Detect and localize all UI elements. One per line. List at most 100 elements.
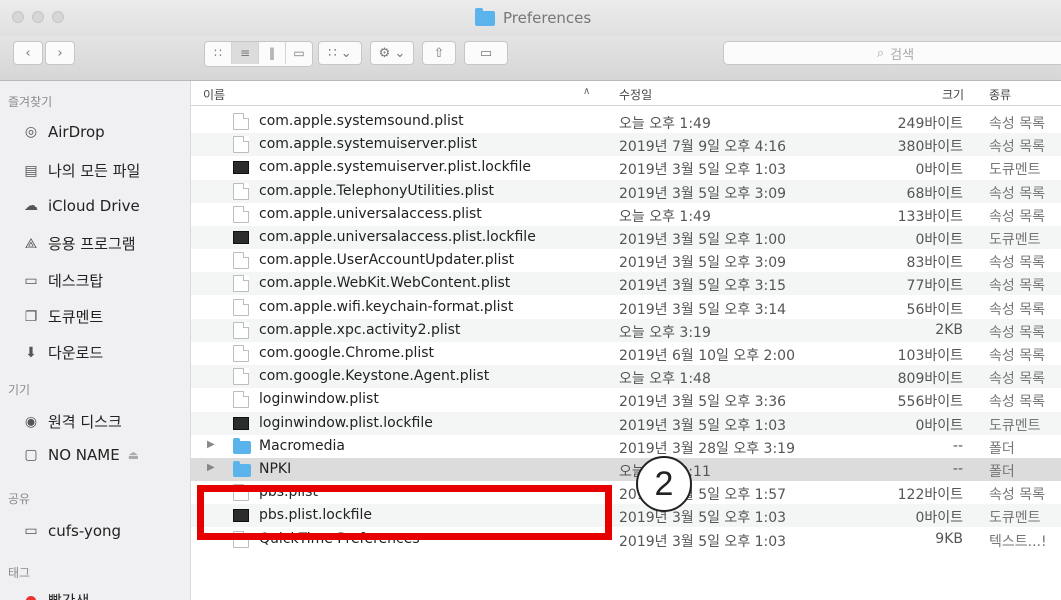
file-row[interactable]: com.apple.UserAccountUpdater.plist 2019년 … — [191, 249, 1061, 272]
file-name: loginwindow.plist.lockfile — [259, 414, 433, 431]
finder-window: Preferences ‹ › ∷ ≡ ‖ ▭ ∷ ⌄ ⚙ ⌄ ⇧ ▭ ⌕ 검색 — [0, 0, 1061, 600]
list-view-icon[interactable]: ≡ — [232, 42, 259, 64]
folder-icon — [233, 461, 251, 477]
file-row[interactable]: com.apple.TelephonyUtilities.plist 2019년 … — [191, 179, 1061, 203]
title-bar: Preferences — [0, 0, 1061, 36]
column-size-header[interactable]: 크기 — [942, 86, 964, 103]
file-row[interactable]: loginwindow.plist.lockfile 2019년 3월 5일 오후… — [191, 411, 1061, 435]
file-date: 2019년 3월 5일 오후 1:00 — [619, 232, 787, 248]
disclosure-triangle-icon[interactable]: ▶ — [207, 439, 215, 450]
sidebar-item-cufs-yong[interactable]: ▭ cufs-yong — [22, 522, 121, 540]
sidebar-item-label: 나의 모든 파일 — [48, 162, 141, 180]
lockfile-icon — [233, 416, 249, 430]
file-date: 오늘 오후 3:19 — [619, 324, 711, 341]
chevron-right-icon: › — [57, 45, 63, 61]
gallery-view-icon[interactable]: ▭ — [286, 42, 312, 64]
sidebar-item-label: 도큐멘트 — [48, 308, 104, 326]
sidebar-item-desktop[interactable]: ▭ 데스크탑 — [22, 270, 103, 291]
file-kind: 속성 목록 — [989, 301, 1045, 318]
sidebar-item-label: NO NAME — [48, 446, 120, 464]
forward-button[interactable]: › — [45, 41, 75, 65]
sidebar-item-all-files[interactable]: ▤ 나의 모든 파일 — [22, 160, 140, 181]
file-row[interactable]: com.apple.universalaccess.plist.lockfile… — [191, 226, 1061, 249]
file-date: 2019년 3월 5일 오후 1:03 — [619, 510, 787, 527]
sidebar-item-documents[interactable]: ❐ 도큐멘트 — [22, 306, 103, 327]
disclosure-triangle-icon[interactable]: ▶ — [207, 462, 215, 473]
icon-view-icon[interactable]: ∷ — [205, 42, 232, 64]
file-name: com.apple.systemuiserver.plist.lockfile — [259, 159, 531, 176]
document-icon — [233, 182, 249, 200]
file-row[interactable]: com.apple.xpc.activity2.plist 오늘 오후 3:19 2… — [191, 318, 1061, 342]
column-kind-header[interactable]: 종류 — [989, 86, 1011, 103]
file-name: com.apple.universalaccess.plist.lockfile — [259, 229, 536, 245]
sidebar-item-remote-disc[interactable]: ◉ 원격 디스크 — [22, 411, 122, 432]
sidebar-item-label: 다운로드 — [48, 344, 104, 362]
file-row[interactable]: com.apple.WebKit.WebContent.plist 2019년 3… — [191, 272, 1061, 296]
file-size: 0바이트 — [915, 232, 963, 248]
file-row[interactable]: com.apple.universalaccess.plist 오늘 오후 1:4… — [191, 203, 1061, 226]
file-date: 오늘 오후 1:49 — [619, 208, 711, 225]
document-icon — [233, 345, 249, 362]
minimize-window-button[interactable] — [32, 11, 44, 23]
file-row[interactable]: com.google.Chrome.plist 2019년 6월 10일 오후 2… — [191, 342, 1061, 365]
eject-icon[interactable]: ⏏ — [128, 448, 139, 462]
file-date: 오늘 오후 1:49 — [619, 116, 711, 132]
sidebar-item-icloud-drive[interactable]: ☁ iCloud Drive — [22, 197, 140, 215]
document-icon — [233, 298, 249, 316]
file-row[interactable]: com.google.Keystone.Agent.plist 오늘 오후 1:4… — [191, 365, 1061, 389]
file-date: 2019년 3월 5일 오후 3:14 — [619, 301, 787, 318]
file-date: 2019년 7월 9일 오후 4:16 — [619, 139, 787, 156]
sidebar-item-label: cufs-yong — [48, 522, 122, 540]
sidebar-item-applications[interactable]: ⟁ 응용 프로그램 — [22, 233, 136, 254]
window-title-text: Preferences — [503, 9, 592, 27]
file-kind: 속성 목록 — [989, 116, 1045, 132]
desktop-icon: ▭ — [24, 272, 38, 289]
documents-icon: ❐ — [24, 308, 38, 325]
tag-button[interactable]: ▭ — [464, 41, 508, 65]
sidebar-item-airdrop[interactable]: ◎ AirDrop — [22, 123, 105, 141]
search-field[interactable]: ⌕ 검색 — [723, 41, 1061, 65]
sidebar-header-tags: 태그 — [8, 566, 31, 580]
toolbar: ‹ › ∷ ≡ ‖ ▭ ∷ ⌄ ⚙ ⌄ ⇧ ▭ ⌕ 검색 — [0, 36, 1061, 81]
action-button[interactable]: ⚙ ⌄ — [370, 41, 414, 65]
file-kind: 속성 목록 — [989, 208, 1045, 225]
folder-row[interactable]: ▶ Macromedia 2019년 3월 28일 오후 3:19 -- 폴더 — [191, 435, 1061, 458]
file-size: 77바이트 — [906, 278, 963, 295]
column-date-header[interactable]: 수정일 — [619, 86, 652, 103]
file-row[interactable]: com.apple.systemuiserver.plist.lockfile 2… — [191, 156, 1061, 179]
file-kind: 속성 목록 — [989, 255, 1045, 272]
sidebar-item-no-name[interactable]: ▢ NO NAME ⏏ — [22, 446, 139, 464]
document-icon — [233, 252, 249, 270]
file-kind: 폴더 — [989, 440, 1015, 457]
file-date: 오늘 오후 1:48 — [619, 371, 711, 388]
file-size: 0바이트 — [915, 417, 963, 434]
close-window-button[interactable] — [12, 11, 24, 23]
sidebar-item-red-tag[interactable]: ● 빨간색 — [22, 590, 90, 600]
file-name: com.apple.TelephonyUtilities.plist — [259, 182, 495, 199]
folder-icon — [233, 437, 251, 454]
column-name-header[interactable]: 이름 — [203, 86, 225, 103]
file-row[interactable]: com.apple.systemuiserver.plist 2019년 7월 9… — [191, 133, 1061, 157]
document-icon — [233, 368, 249, 386]
group-button[interactable]: ∷ ⌄ — [318, 41, 362, 65]
file-row[interactable]: com.apple.systemsound.plist 오늘 오후 1:49 249… — [191, 110, 1061, 133]
file-name: com.apple.UserAccountUpdater.plist — [259, 252, 515, 269]
column-view-icon[interactable]: ‖ — [259, 42, 286, 64]
share-button[interactable]: ⇧ — [422, 41, 456, 65]
folder-row[interactable]: ▶NPKI오늘 오후 3:11--폴더 — [191, 458, 1061, 481]
file-row[interactable]: com.apple.wifi.keychain-format.plist 2019… — [191, 296, 1061, 319]
sidebar-item-downloads[interactable]: ⬇ 다운로드 — [22, 342, 103, 363]
back-button[interactable]: ‹ — [13, 41, 43, 65]
file-kind: 속성 목록 — [989, 185, 1045, 202]
gear-icon: ⚙ ⌄ — [378, 45, 406, 61]
zoom-window-button[interactable] — [52, 11, 64, 23]
file-name: com.apple.systemsound.plist — [259, 113, 464, 129]
file-row[interactable]: loginwindow.plist 2019년 3월 5일 오후 3:36 556바… — [191, 388, 1061, 411]
applications-icon: ⟁ — [24, 235, 38, 252]
document-icon — [233, 205, 249, 223]
file-kind: 폴더 — [989, 464, 1015, 480]
sidebar-header-shared: 공유 — [8, 492, 31, 506]
document-icon — [233, 391, 249, 409]
drive-icon: ▢ — [24, 447, 38, 463]
file-size: 2KB — [935, 321, 963, 338]
